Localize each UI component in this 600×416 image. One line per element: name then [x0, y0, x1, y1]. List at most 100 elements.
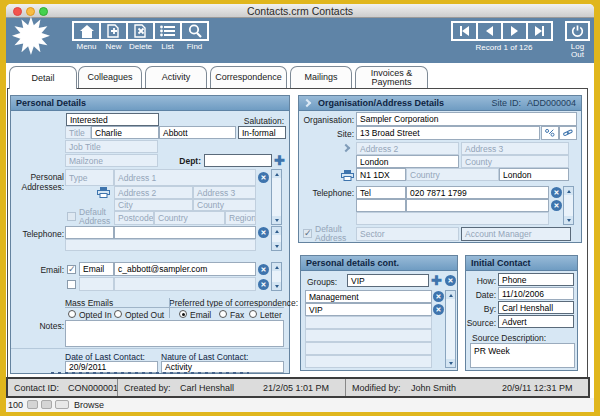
- org-county-field[interactable]: County: [461, 155, 569, 168]
- add-address-icon[interactable]: ✚: [274, 154, 285, 167]
- find-button[interactable]: Find: [180, 21, 209, 51]
- pref-letter-radio[interactable]: [249, 310, 257, 318]
- org-city-field[interactable]: London: [356, 155, 459, 168]
- opted-in-radio[interactable]: [68, 310, 76, 318]
- phone-type-field[interactable]: [65, 226, 114, 239]
- email2-address-field[interactable]: [114, 277, 256, 291]
- mode-selector[interactable]: Browse: [74, 400, 104, 410]
- groups-input[interactable]: VIP: [347, 274, 429, 287]
- postcode-field[interactable]: Postcode: [114, 211, 154, 225]
- groups-scrollbar[interactable]: [445, 290, 456, 368]
- org-default-address-checkbox[interactable]: [303, 229, 312, 238]
- sector-field[interactable]: Sector: [356, 227, 459, 241]
- email2-checkbox[interactable]: [67, 280, 76, 289]
- group-row-2[interactable]: VIP: [305, 303, 432, 316]
- dept-field[interactable]: [204, 154, 272, 167]
- first-record-button[interactable]: [451, 21, 478, 41]
- addresses-scrollbar[interactable]: [271, 169, 282, 225]
- clear-email-icon[interactable]: [258, 264, 269, 275]
- print-address-icon[interactable]: [97, 187, 110, 198]
- tab-detail[interactable]: Detail: [9, 66, 77, 89]
- last-name-field[interactable]: Abbott: [159, 126, 236, 139]
- interested-field[interactable]: Interested: [66, 113, 159, 126]
- country-field[interactable]: Country: [154, 211, 225, 225]
- title-field[interactable]: Title: [65, 126, 91, 139]
- clear-org-phone-icon[interactable]: [551, 187, 562, 198]
- pref-fax-radio[interactable]: [219, 310, 227, 318]
- site-address1-field[interactable]: 13 Broad Street: [356, 126, 540, 140]
- org-phone2-number-field[interactable]: [406, 199, 549, 212]
- tab-activity[interactable]: Activity: [145, 66, 207, 88]
- address-type-field[interactable]: Type: [65, 169, 114, 186]
- first-name-field[interactable]: Charlie: [91, 126, 159, 139]
- org-address3-field[interactable]: Address 3: [461, 142, 569, 155]
- zoom-in-button[interactable]: [41, 400, 52, 409]
- tab-colleagues[interactable]: Colleagues: [78, 66, 142, 88]
- job-title-field[interactable]: Job Title: [65, 140, 158, 153]
- layout-mode-button[interactable]: [55, 400, 69, 409]
- group-row-3[interactable]: [305, 316, 432, 329]
- mailzone-field[interactable]: Mailzone: [65, 154, 158, 167]
- unlink-site-button[interactable]: [541, 126, 559, 140]
- phone-empty-row[interactable]: [65, 239, 256, 251]
- email2-type-field[interactable]: [79, 277, 114, 291]
- new-button[interactable]: New: [99, 21, 128, 51]
- default-address-checkbox[interactable]: [67, 212, 76, 221]
- group-row-1[interactable]: Management: [305, 290, 432, 303]
- org-phone-empty-row[interactable]: [356, 212, 549, 225]
- previous-record-button[interactable]: [476, 21, 503, 41]
- telephone-scrollbar[interactable]: [271, 226, 282, 251]
- group-row-4[interactable]: [305, 329, 432, 342]
- group-row-6[interactable]: [305, 355, 432, 368]
- email-address-field[interactable]: c_abbott@sampler.com: [114, 262, 256, 276]
- list-button[interactable]: List: [153, 21, 182, 51]
- tab-invoices-payments[interactable]: Invoices & Payments: [355, 66, 428, 88]
- delete-button[interactable]: Delete: [126, 21, 155, 51]
- date-field[interactable]: 11/10/2006: [498, 287, 574, 300]
- clear-org-phone2-icon[interactable]: [551, 200, 562, 211]
- source-field[interactable]: Advert: [498, 315, 574, 328]
- logout-button[interactable]: [565, 21, 590, 41]
- address2-field[interactable]: Address 2: [114, 186, 193, 199]
- org-phone2-type-field[interactable]: [356, 199, 406, 212]
- email-type-field[interactable]: Email: [79, 262, 114, 276]
- clear-group-icon[interactable]: [445, 275, 456, 286]
- opted-out-radio[interactable]: [114, 310, 122, 318]
- last-record-button[interactable]: [526, 21, 553, 41]
- org-phone-number-field[interactable]: 020 7871 1799: [406, 186, 549, 199]
- phone-number-field[interactable]: [114, 226, 256, 239]
- expand-icon[interactable]: [303, 99, 311, 107]
- zoom-out-button[interactable]: [27, 400, 38, 409]
- tab-correspondence[interactable]: Correspondence: [210, 66, 287, 88]
- menu-button[interactable]: Menu: [72, 21, 101, 51]
- org-phone-type-field[interactable]: Tel: [356, 186, 406, 199]
- org-country-field[interactable]: Country: [406, 168, 499, 181]
- email-scrollbar[interactable]: [271, 262, 282, 291]
- salutation-field[interactable]: In-formal: [238, 126, 286, 139]
- by-field[interactable]: Carl Henshall: [498, 301, 574, 314]
- clear-email2-icon[interactable]: [258, 279, 269, 290]
- remove-group1-icon[interactable]: [433, 291, 444, 302]
- county-field[interactable]: County: [193, 199, 256, 211]
- address3-field[interactable]: Address 3: [193, 186, 256, 199]
- next-record-button[interactable]: [501, 21, 528, 41]
- address1-field[interactable]: Address 1: [114, 169, 256, 186]
- org-address2-field[interactable]: Address 2: [356, 142, 459, 155]
- source-desc-field[interactable]: PR Week: [470, 343, 575, 368]
- how-field[interactable]: Phone: [498, 273, 574, 286]
- clear-phone-icon[interactable]: [258, 227, 269, 238]
- notes-field[interactable]: [65, 320, 284, 347]
- organisation-field[interactable]: Sampler Corporation: [356, 112, 577, 126]
- org-region-field[interactable]: London: [499, 168, 569, 181]
- link-site-button[interactable]: [559, 126, 577, 140]
- account-manager-field[interactable]: Account Manager: [461, 227, 571, 241]
- org-postcode-field[interactable]: N1 1DX: [356, 168, 406, 181]
- site-expand-icon[interactable]: [342, 144, 350, 152]
- pref-email-radio[interactable]: [179, 310, 187, 318]
- region-field[interactable]: Region: [225, 211, 256, 225]
- group-row-5[interactable]: [305, 342, 432, 355]
- org-phone-scrollbar[interactable]: [563, 186, 574, 225]
- city-field[interactable]: City: [114, 199, 193, 211]
- tab-mailings[interactable]: Mailings: [290, 66, 352, 88]
- remove-group2-icon[interactable]: [433, 304, 444, 315]
